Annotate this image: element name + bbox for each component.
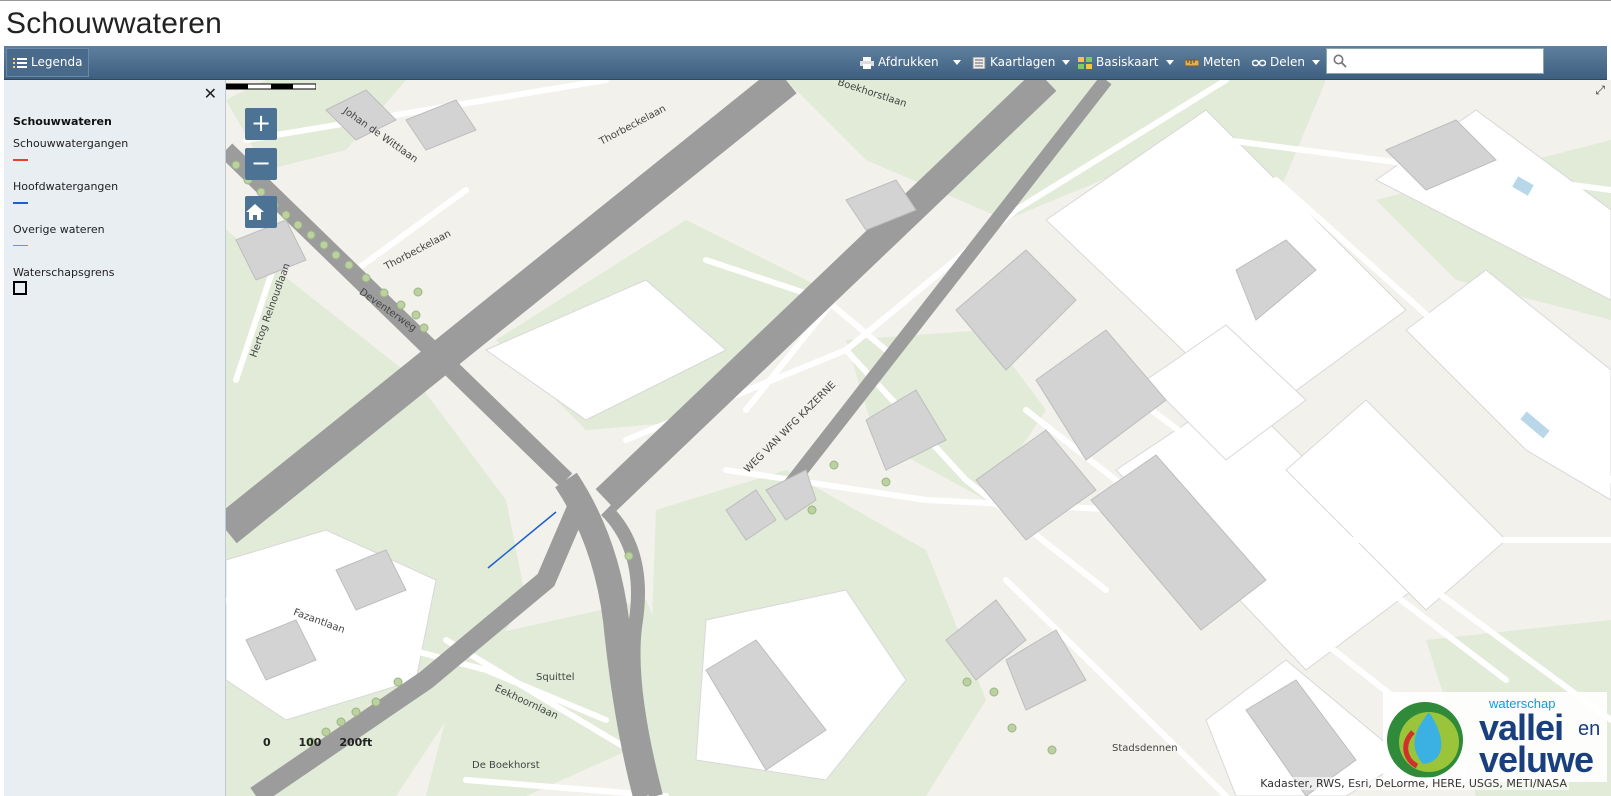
close-icon[interactable]: ✕ xyxy=(204,86,217,102)
place-label: Stadsdennen xyxy=(1112,743,1178,754)
basemap-button-label: Basiskaart xyxy=(1096,55,1159,69)
map-canvas xyxy=(226,80,1611,796)
scale-label-end: 200ft xyxy=(339,736,373,749)
chevron-down-icon xyxy=(1165,60,1174,65)
search-input[interactable] xyxy=(1351,52,1543,72)
list-icon xyxy=(13,57,27,68)
link-icon xyxy=(1252,59,1266,66)
legend-swatch-boundary xyxy=(13,281,27,295)
share-button-label: Delen xyxy=(1270,55,1305,69)
logo-text-line2: veluwe xyxy=(1479,739,1594,780)
search-box xyxy=(1326,48,1544,74)
print-button-label: Afdrukken xyxy=(878,55,939,69)
basemap-button[interactable]: Basiskaart xyxy=(1078,46,1174,79)
printer-icon xyxy=(860,56,874,69)
print-button[interactable]: Afdrukken xyxy=(860,46,961,79)
zoom-in-button[interactable]: + xyxy=(245,108,277,140)
search-icon xyxy=(1333,54,1347,68)
measure-button[interactable]: Meten xyxy=(1185,46,1240,79)
legend-item-label: Hoofdwatergangen xyxy=(13,180,119,193)
scale-label-mid: 100 xyxy=(298,736,322,749)
waterschap-logo: waterschap vallei en veluwe xyxy=(1383,692,1607,782)
zoom-out-button[interactable]: − xyxy=(245,148,277,180)
scale-labels: 0 100 200ft xyxy=(263,736,372,749)
legend-button-label: Legenda xyxy=(31,55,83,69)
logo-text-en: en xyxy=(1578,718,1601,740)
legend-item-label: Overige wateren xyxy=(13,223,105,236)
chevron-down-icon xyxy=(1311,60,1320,65)
legend-title: Schouwwateren xyxy=(13,115,112,128)
legend-panel: ✕ Schouwwateren Schouwwatergangen Hoofdw… xyxy=(4,80,226,796)
layers-icon xyxy=(972,56,986,69)
share-button[interactable]: Delen xyxy=(1252,46,1320,79)
map-attribution: Kadaster, RWS, Esri, DeLorme, HERE, USGS… xyxy=(1258,777,1569,790)
layers-button[interactable]: Kaartlagen xyxy=(972,46,1071,79)
basemap-grid-icon xyxy=(1078,56,1092,69)
place-label: De Boekhorst xyxy=(472,760,540,771)
measure-button-label: Meten xyxy=(1203,55,1241,69)
legend-swatch-lightblue xyxy=(13,245,28,246)
chevron-down-icon xyxy=(952,60,961,65)
ruler-icon xyxy=(1185,59,1199,66)
place-label: Squittel xyxy=(536,672,575,683)
toolbar: Legenda Afdrukken Kaartlagen Basiskaart … xyxy=(4,46,1607,80)
home-button[interactable] xyxy=(245,196,277,228)
map-view[interactable]: Johan de Wittlaan Thorbeckelaan Thorbeck… xyxy=(226,80,1611,796)
chevron-down-icon xyxy=(1062,60,1071,65)
legend-item-label: Schouwwatergangen xyxy=(13,137,129,150)
scale-bar xyxy=(226,83,316,90)
legend-button[interactable]: Legenda xyxy=(6,48,90,77)
legend-swatch-blue xyxy=(13,202,28,204)
layers-button-label: Kaartlagen xyxy=(990,55,1056,69)
legend-item-label: Waterschapsgrens xyxy=(13,266,115,279)
scale-label-zero: 0 xyxy=(263,736,271,749)
legend-swatch-red xyxy=(13,159,28,161)
home-icon xyxy=(246,204,264,220)
page-title: Schouwwateren xyxy=(6,7,223,40)
expand-icon[interactable]: ⤢ xyxy=(1595,83,1605,98)
title-bar: Schouwwateren xyxy=(0,0,1611,46)
logo-drop-icon xyxy=(1387,702,1463,778)
